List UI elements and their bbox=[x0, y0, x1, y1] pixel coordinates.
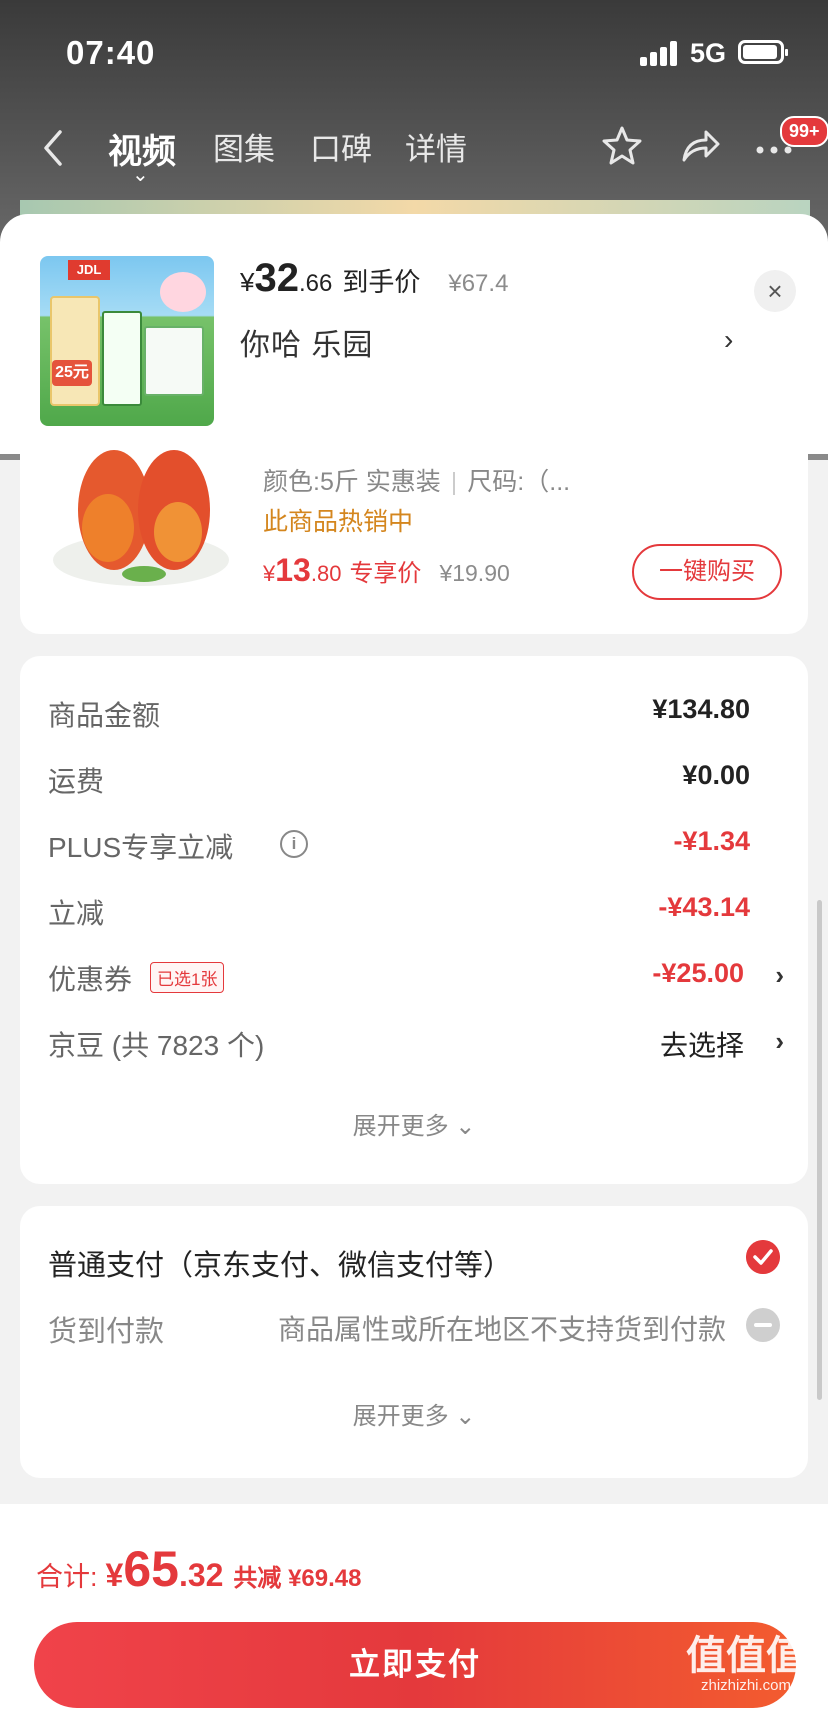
product-price: ¥13.80 专享价 ¥19.90 bbox=[263, 552, 510, 588]
tab-reviews[interactable]: 口碑 bbox=[310, 124, 372, 169]
watermark-logo: 值值值 zhizhizhi.com bbox=[686, 1634, 806, 1694]
summary-row-plus-discount: PLUS专享立减 i -¥1.34 bbox=[48, 826, 750, 863]
expand-more-button[interactable]: 展开更多 ⌄ bbox=[20, 1396, 808, 1431]
hot-sale-label: 此商品热销中 bbox=[263, 508, 414, 536]
recommend-popup[interactable]: JDL 25元 ¥32.66 到手价 ¥67.4 你哈 乐园 › × bbox=[0, 214, 828, 454]
back-icon[interactable] bbox=[38, 126, 68, 170]
popup-price: ¥32.66 到手价 ¥67.4 bbox=[240, 256, 509, 300]
payment-option-cod: 货到付款 商品属性或所在地区不支持货到付款 bbox=[48, 1302, 798, 1354]
status-time: 07:40 bbox=[66, 34, 156, 71]
close-button[interactable]: × bbox=[754, 270, 796, 312]
summary-row-instant-discount: 立减 -¥43.14 bbox=[48, 892, 750, 929]
disabled-icon bbox=[746, 1308, 780, 1342]
payment-option-standard[interactable]: 普通支付（京东支付、微信支付等） bbox=[48, 1236, 798, 1288]
network-type: 5G bbox=[690, 38, 727, 68]
popup-product-name: 你哈 乐园 bbox=[240, 329, 374, 362]
cod-unavailable-note: 商品属性或所在地区不支持货到付款 bbox=[278, 1314, 727, 1345]
star-icon[interactable] bbox=[600, 124, 644, 168]
chevron-right-icon: › bbox=[775, 960, 784, 990]
one-click-buy-button[interactable]: 一键购买 bbox=[632, 544, 782, 600]
popup-original-price: ¥67.4 bbox=[448, 270, 509, 297]
product-original-price: ¥19.90 bbox=[439, 560, 510, 586]
product-card: 颜色:5斤 实惠装 | 尺码:（... 此商品热销中 ¥13.80 专享价 ¥19.90… bbox=[20, 450, 808, 634]
message-badge: 99+ bbox=[780, 116, 828, 147]
payment-methods: 普通支付（京东支付、微信支付等） 货到付款 商品属性或所在地区不支持货到付款 展… bbox=[20, 1206, 808, 1478]
nav-bar: 视频 ⌄ 图集 口碑 详情 99+ bbox=[0, 110, 828, 190]
recommend-thumbnail: JDL 25元 bbox=[40, 256, 214, 426]
thumb-coupon-tag: 25元 bbox=[52, 360, 92, 386]
summary-row-jingdou[interactable]: 京豆 (共 7823 个) 去选择 › bbox=[48, 1018, 788, 1068]
order-total: 合计: ¥65.32 共减 ¥69.48 bbox=[36, 1541, 362, 1597]
coupon-selected-tag: 已选1张 bbox=[150, 962, 225, 993]
summary-row-coupon[interactable]: 优惠券 已选1张 -¥25.00 › bbox=[48, 952, 788, 1002]
chevron-down-icon: ⌄ bbox=[132, 164, 149, 186]
chevron-right-icon: › bbox=[775, 1026, 784, 1056]
tab-gallery[interactable]: 图集 bbox=[213, 124, 275, 169]
info-icon[interactable]: i bbox=[280, 830, 308, 858]
checkmark-icon[interactable] bbox=[746, 1240, 780, 1274]
product-image bbox=[53, 450, 229, 586]
scrollbar[interactable] bbox=[817, 900, 822, 1400]
tab-details[interactable]: 详情 bbox=[405, 124, 467, 169]
checkout-bar: 合计: ¥65.32 共减 ¥69.48 立即支付 值值值 zhizhizhi.co… bbox=[0, 1504, 828, 1720]
summary-row-subtotal: 商品金额 ¥134.80 bbox=[48, 694, 750, 731]
product-spec: 颜色:5斤 实惠装 | 尺码:（... bbox=[263, 468, 571, 496]
summary-row-shipping: 运费 ¥0.00 bbox=[48, 760, 750, 797]
battery-icon bbox=[738, 40, 788, 64]
chevron-right-icon[interactable]: › bbox=[724, 324, 733, 356]
order-summary: 商品金额 ¥134.80 运费 ¥0.00 PLUS专享立减 i -¥1.34 … bbox=[20, 656, 808, 1184]
status-bar: 07:40 5G bbox=[0, 0, 828, 100]
share-icon[interactable] bbox=[678, 124, 722, 168]
expand-more-button[interactable]: 展开更多 ⌄ bbox=[20, 1106, 808, 1141]
jdl-logo: JDL bbox=[68, 260, 110, 280]
total-saved: 共减 ¥69.48 bbox=[233, 1565, 362, 1592]
signal-icon bbox=[640, 40, 680, 66]
